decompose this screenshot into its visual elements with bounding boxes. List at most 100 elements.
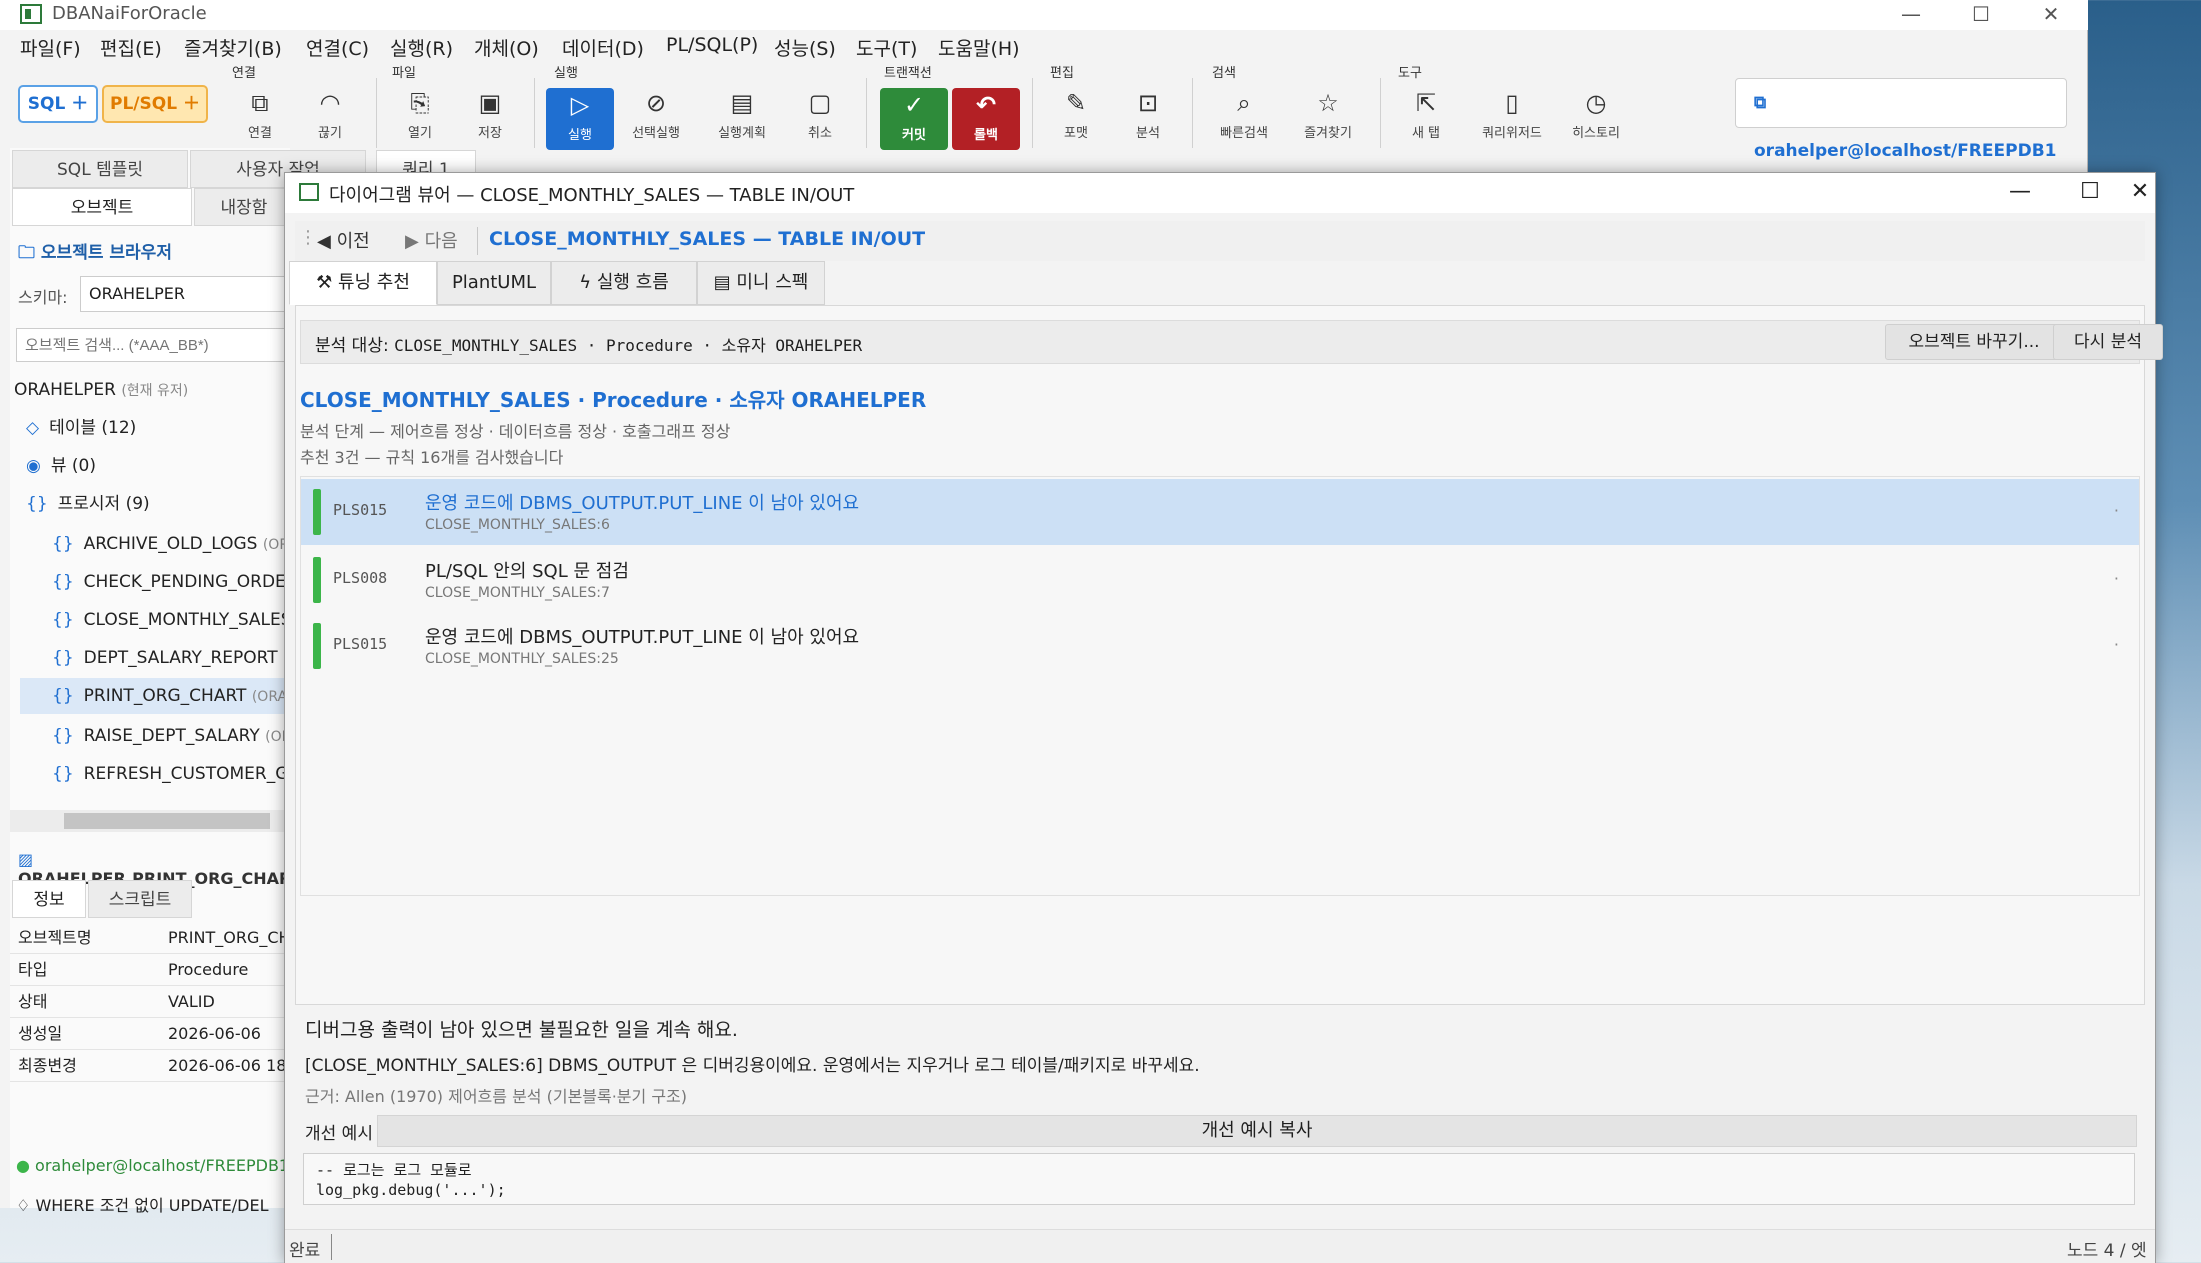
tree-proc-item[interactable]: {}DEPT_SALARY_REPORT (O [52,640,299,676]
menu-object[interactable]: 개체(O) [474,34,539,61]
horizontal-scrollbar[interactable] [10,810,290,832]
run-button[interactable]: ▷ 실행 [546,88,614,150]
connect-button[interactable]: ⧉ 연결 [230,88,290,141]
menu-performance[interactable]: 성능(S) [774,34,836,61]
tab-objects[interactable]: 오브젝트 [12,188,192,226]
detail-description: [CLOSE_MONTHLY_SALES:6] DBMS_OUTPUT 은 디버… [305,1056,1200,1076]
open-button[interactable]: ⎘ 열기 [390,88,450,141]
tab-plantuml[interactable]: PlantUML [437,261,551,305]
recommendation-item[interactable]: PLS008 PL/SQL 안의 SQL 문 점검 CLOSE_MONTHLY_… [301,547,2139,613]
menu-favorites[interactable]: 즐겨찾기(B) [184,34,282,61]
menu-run[interactable]: 실행(R) [390,34,453,61]
tab-mini-spec[interactable]: ▤ 미니 스펙 [697,261,825,305]
example-code[interactable]: -- 로그는 로그 모듈로 log_pkg.debug('...'); [303,1153,2135,1205]
prop-row: 최종변경 2026-06-06 18:0 [10,1050,302,1082]
tree-views[interactable]: ◉ 뷰 (0) [26,448,96,484]
dialog-close-icon[interactable]: ✕ [2125,177,2155,209]
save-button[interactable]: ▣ 저장 [460,88,520,141]
disconnect-button[interactable]: ◠ 끊기 [300,88,360,141]
recommendation-item[interactable]: PLS015 운영 코드에 DBMS_OUTPUT.PUT_LINE 이 남아 … [301,479,2139,545]
connection-icon: ⧉ [1754,93,1767,113]
check-icon: ✓ [903,91,925,119]
dialog-minimize-icon[interactable]: — [1985,177,2055,209]
menu-help[interactable]: 도움말(H) [938,34,1020,61]
analyze-button[interactable]: ⊡ 분석 [1118,88,1178,141]
menu-file[interactable]: 파일(F) [20,34,81,61]
tab-info[interactable]: 정보 [12,880,86,918]
cancel-button[interactable]: ▢ 취소 [790,88,850,141]
braces-icon: {} [52,648,74,668]
tree-proc-item[interactable]: {} CLOSE_MONTHLY_SALES [52,602,292,638]
change-object-button[interactable]: 오브젝트 바꾸기... [1885,324,2063,360]
history-button[interactable]: ◷ 히스토리 [1566,88,1626,141]
dialog-titlebar: 다이어그램 뷰어 — CLOSE_MONTHLY_SALES — TABLE I… [285,173,2155,213]
search-icon: ⌕ [1237,89,1251,117]
app-icon [20,4,42,24]
rule-location: CLOSE_MONTHLY_SALES:6 [425,517,610,533]
quick-search-button[interactable]: ⌕ 빠른검색 [1214,88,1274,141]
query-wizard-button[interactable]: ▯ 쿼리위저드 [1474,88,1550,141]
status-connection: ● orahelper@localhost/FREEPDB1 [16,1156,290,1175]
menu-data[interactable]: 데이터(D) [562,34,644,61]
object-search-input[interactable] [16,328,290,362]
tab-sql-templates[interactable]: SQL 템플릿 [12,150,188,188]
prev-button[interactable]: ◀ 이전 [317,227,370,253]
dialog-maximize-icon[interactable]: ☐ [2055,177,2125,209]
rule-message: 운영 코드에 DBMS_OUTPUT.PUT_LINE 이 남아 있어요 [425,627,860,648]
new-tab-button[interactable]: ⇱ 새 탭 [1396,88,1456,141]
tree-proc-item[interactable]: {} ARCHIVE_OLD_LOGS (ORA [52,526,298,562]
recommendation-item[interactable]: PLS015 운영 코드에 DBMS_OUTPUT.PUT_LINE 이 남아 … [301,613,2139,679]
eye-icon: ◉ [26,456,41,476]
analysis-stage: 분석 단계 — 제어흐름 정상 · 데이터흐름 정상 · 호출그래프 정상 [300,422,731,441]
rule-code: PLS015 [333,501,388,519]
sql-add-button[interactable]: SQL ＋ [18,85,98,123]
tree-proc-item-selected[interactable]: {} PRINT_ORG_CHART (ORA [20,678,290,714]
toolbar-separator [1380,78,1381,148]
object-browser-title: 🗀 오브젝트 브라우저 [18,243,172,263]
drag-handle-icon[interactable]: ⋮ [299,227,317,248]
toolbar-separator [376,78,377,148]
connection-indicator[interactable]: ⧉ orahelper@localhost/FREEPDB1 [1735,78,2067,161]
copy-example-button[interactable]: 개선 예시 복사 [377,1115,2137,1147]
severity-bar [313,489,321,535]
rollback-button[interactable]: ↶ 롤백 [952,88,1020,150]
tree-owner[interactable]: ORAHELPER (현재 유저) [14,372,188,408]
menu-edit[interactable]: 편집(E) [100,34,162,61]
menu-plsql[interactable]: PL/SQL(P) [666,34,758,56]
format-button[interactable]: ✎ 포맷 [1046,88,1106,141]
analysis-target-bar: 분석 대상: CLOSE_MONTHLY_SALES · Procedure ·… [300,320,2163,364]
braces-icon: {} [52,686,74,706]
tree-proc-item[interactable]: {} RAISE_DEPT_SALARY (ORA [52,718,300,754]
group-label-file: 파일 [392,66,416,81]
tab-execution-flow[interactable]: ϟ 실행 흐름 [551,261,697,305]
analysis-target: 분석 대상: CLOSE_MONTHLY_SALES · Procedure ·… [315,336,863,356]
tree-proc-item[interactable]: {} REFRESH_CUSTOMER_GR [52,756,300,792]
tab-builtin[interactable]: 내장함 [194,188,294,226]
menu-connect[interactable]: 연결(C) [306,34,369,61]
rule-code: PLS015 [333,635,388,653]
tree-tables[interactable]: ◇ 테이블 (12) [26,410,136,446]
explain-plan-button[interactable]: ▤ 실행계획 [712,88,772,141]
tab-tuning[interactable]: ⚒ 튜닝 추천 [289,261,437,305]
next-button[interactable]: ▶ 다음 [405,227,458,253]
minimize-icon[interactable]: — [1876,0,1946,30]
maximize-icon[interactable]: ☐ [1946,0,2016,30]
plsql-add-button[interactable]: PL/SQL ＋ [102,85,208,123]
favorites-button[interactable]: ☆ 즐겨찾기 [1298,88,1358,141]
braces-icon: {} [52,572,74,592]
tree-proc-item[interactable]: {} CHECK_PENDING_ORDER [52,564,298,600]
close-icon[interactable]: ✕ [2016,0,2086,30]
scrollbar-thumb[interactable] [64,813,270,829]
severity-bar [313,557,321,603]
reanalyze-button[interactable]: 다시 분석 [2053,324,2163,360]
rule-message: 운영 코드에 DBMS_OUTPUT.PUT_LINE 이 남아 있어요 [425,493,860,514]
schema-select[interactable]: ORAHELPER [80,276,290,312]
tab-script[interactable]: 스크립트 [88,880,192,918]
commit-button[interactable]: ✓ 커밋 [880,88,948,150]
tree-procedures[interactable]: {} 프로시저 (9) [26,486,150,522]
run-selection-button[interactable]: ⊘ 선택실행 [626,88,686,141]
group-label-connect: 연결 [232,66,256,81]
menu-tools[interactable]: 도구(T) [856,34,917,61]
toolbar-separator [534,78,535,148]
dialog-statusbar: 완료 노드 4 / 엣지 3 [285,1229,2155,1263]
